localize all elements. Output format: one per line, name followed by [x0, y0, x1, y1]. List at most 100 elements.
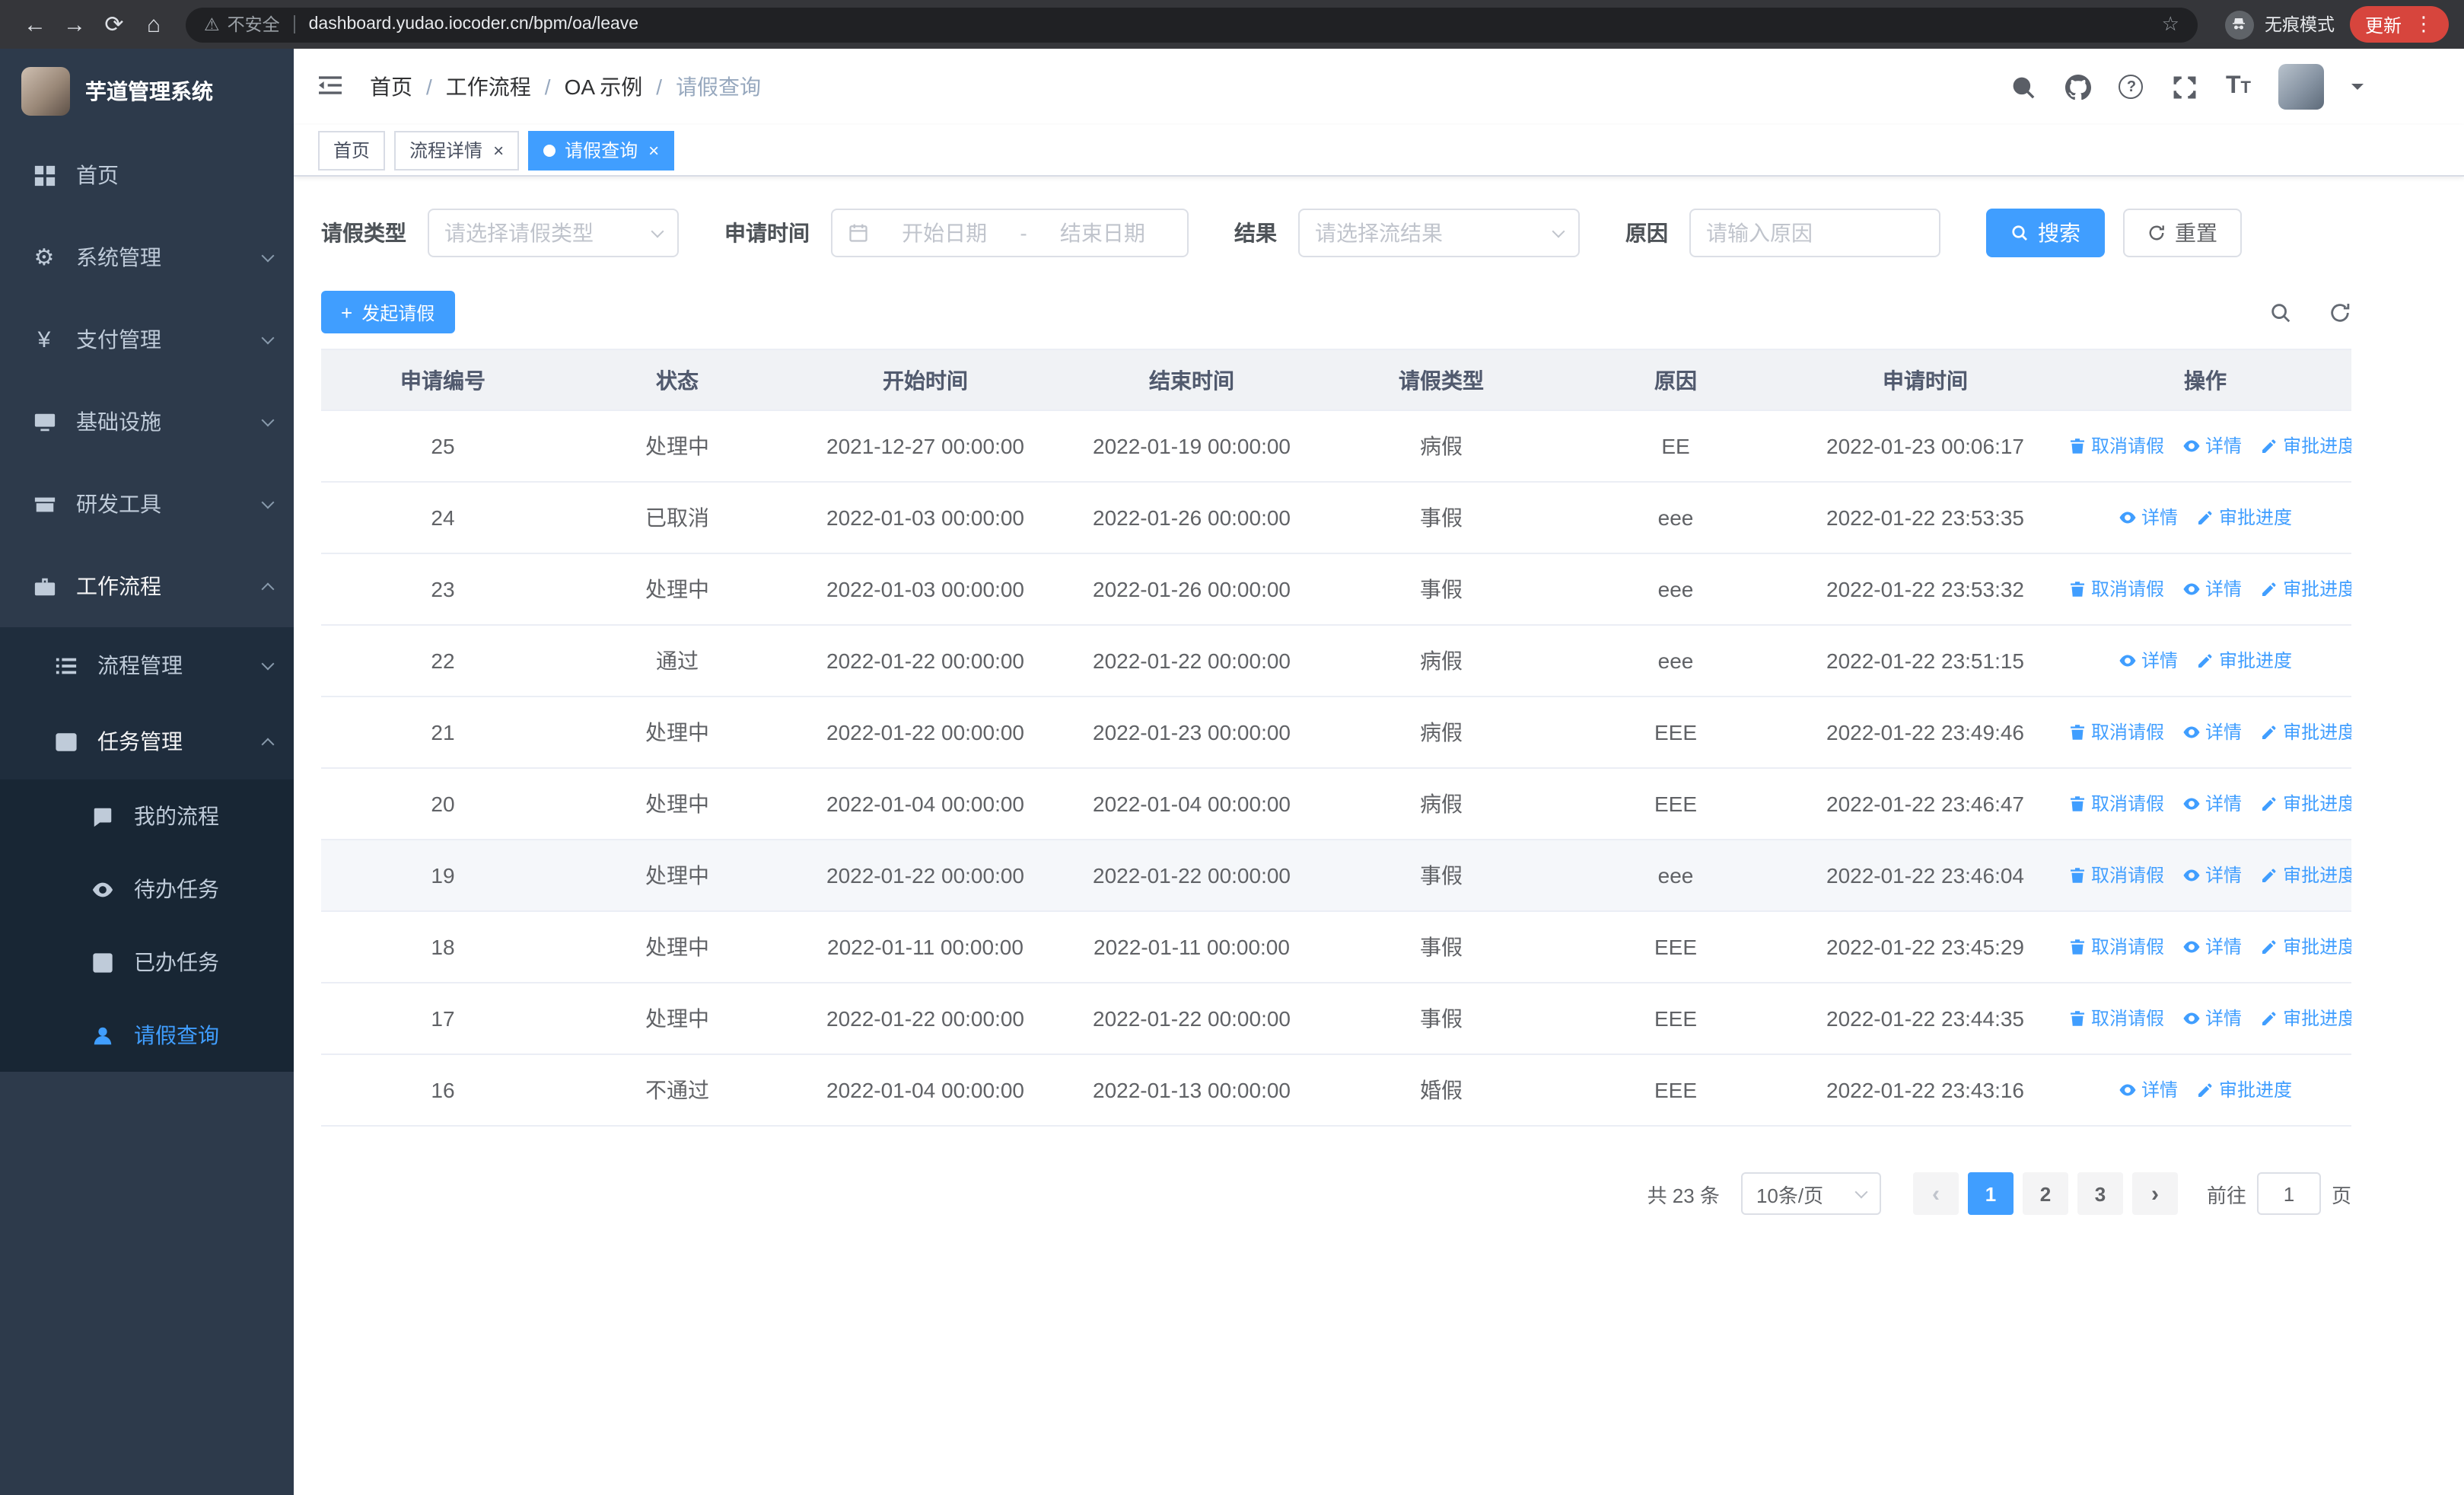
breadcrumb-current: 请假查询 [676, 75, 762, 99]
cell-status: 处理中 [565, 983, 790, 1055]
browser-menu-icon[interactable]: ⋮ [2414, 12, 2434, 37]
sidebar-item-workflow[interactable]: 工作流程 [0, 545, 294, 627]
bookmark-star-icon[interactable]: ☆ [2162, 12, 2179, 37]
detail-link[interactable]: 详情 [2182, 719, 2242, 745]
progress-link[interactable]: 审批进度 [2260, 576, 2351, 602]
detail-link[interactable]: 详情 [2119, 648, 2178, 674]
cancel-leave-link[interactable]: 取消请假 [2068, 791, 2164, 817]
table-row: 16 不通过 2022-01-04 00:00:00 2022-01-13 00… [321, 1054, 2351, 1127]
search-button[interactable]: 搜索 [1986, 209, 2105, 257]
page-size-select[interactable]: 10条/页 [1740, 1172, 1881, 1215]
next-page-button[interactable]: › [2131, 1172, 2178, 1215]
browser-back-button[interactable]: ← [15, 5, 55, 44]
browser-forward-button[interactable]: → [55, 5, 94, 44]
plus-icon: + [341, 301, 353, 324]
table-row: 25 处理中 2021-12-27 00:00:00 2022-01-19 00… [321, 410, 2351, 483]
leave-type-select[interactable]: 请选择请假类型 [428, 209, 679, 257]
cell-start-time: 2022-01-04 00:00:00 [790, 1054, 1061, 1127]
breadcrumb-home[interactable]: 首页 [370, 72, 412, 102]
help-icon[interactable]: ? [2119, 75, 2144, 99]
progress-link[interactable]: 审批进度 [2260, 862, 2351, 888]
close-icon[interactable]: × [493, 141, 504, 159]
search-icon[interactable] [2010, 73, 2037, 100]
sidebar-item-infra[interactable]: 基础设施 [0, 381, 294, 463]
table-toolbar: + 发起请假 [321, 291, 2351, 333]
progress-link[interactable]: 审批进度 [2196, 648, 2292, 674]
actions-cell: 取消请假 详情 审批进度 [2059, 911, 2351, 983]
eye-icon [2119, 508, 2137, 527]
trash-icon [2068, 938, 2087, 956]
cancel-leave-link[interactable]: 取消请假 [2068, 934, 2164, 960]
sidebar-item-process-mgmt[interactable]: 流程管理 [0, 627, 294, 703]
reset-button[interactable]: 重置 [2123, 209, 2242, 257]
sidebar-item-payment[interactable]: ¥ 支付管理 [0, 298, 294, 381]
workflow-submenu: 流程管理 任务管理 我的流程 待办任务 已办任务 请假查询 [0, 627, 294, 1072]
sidebar-item-devtools[interactable]: 研发工具 [0, 463, 294, 545]
start-date-input[interactable]: 开始日期 [875, 218, 1014, 248]
progress-link[interactable]: 审批进度 [2260, 719, 2351, 745]
github-icon[interactable] [2064, 73, 2092, 100]
fullscreen-icon[interactable] [2171, 73, 2198, 100]
cancel-leave-link[interactable]: 取消请假 [2068, 1006, 2164, 1031]
edit-icon [2196, 1081, 2214, 1099]
cancel-leave-link[interactable]: 取消请假 [2068, 576, 2164, 602]
sidebar-item-done-tasks[interactable]: 已办任务 [0, 926, 294, 999]
goto-page-input[interactable] [2256, 1172, 2321, 1215]
chat-bubble-icon [88, 805, 116, 827]
edit-icon [2260, 437, 2278, 455]
create-leave-button[interactable]: + 发起请假 [321, 291, 455, 333]
breadcrumb-oa-example[interactable]: OA 示例 [565, 72, 643, 102]
breadcrumb-workflow[interactable]: 工作流程 [446, 72, 531, 102]
security-warning[interactable]: ⚠ 不安全 [204, 12, 280, 37]
end-date-input[interactable]: 结束日期 [1033, 218, 1172, 248]
refresh-table-icon[interactable] [2329, 301, 2351, 324]
font-size-icon[interactable]: TT [2226, 73, 2251, 100]
sidebar-item-leave-query[interactable]: 请假查询 [0, 999, 294, 1072]
toggle-search-icon[interactable] [2269, 301, 2292, 324]
sidebar-item-home[interactable]: 首页 [0, 134, 294, 216]
page-button-1[interactable]: 1 [1967, 1172, 2014, 1215]
browser-update-button[interactable]: 更新 ⋮ [2349, 6, 2449, 43]
result-select[interactable]: 请选择流结果 [1298, 209, 1580, 257]
reason-input[interactable]: 请输入原因 [1689, 209, 1940, 257]
detail-link[interactable]: 详情 [2182, 934, 2242, 960]
edit-icon [2260, 1009, 2278, 1028]
detail-link[interactable]: 详情 [2182, 433, 2242, 459]
user-avatar[interactable] [2278, 64, 2324, 110]
sidebar-item-task-mgmt[interactable]: 任务管理 [0, 703, 294, 779]
cancel-leave-link[interactable]: 取消请假 [2068, 433, 2164, 459]
tab-leave-query[interactable]: 请假查询 × [528, 130, 675, 170]
close-icon[interactable]: × [648, 141, 659, 159]
progress-link[interactable]: 审批进度 [2260, 1006, 2351, 1031]
detail-link[interactable]: 详情 [2119, 1077, 2178, 1103]
browser-home-button[interactable]: ⌂ [134, 5, 173, 44]
task-card-icon [52, 730, 79, 753]
page-button-2[interactable]: 2 [2022, 1172, 2068, 1215]
detail-link[interactable]: 详情 [2182, 1006, 2242, 1031]
cancel-leave-link[interactable]: 取消请假 [2068, 719, 2164, 745]
actions-cell: 详情 审批进度 [2059, 482, 2351, 554]
progress-link[interactable]: 审批进度 [2196, 505, 2292, 531]
prev-page-button[interactable]: ‹ [1912, 1172, 1959, 1215]
cell-start-time: 2022-01-11 00:00:00 [790, 911, 1061, 983]
sidebar-item-todo-tasks[interactable]: 待办任务 [0, 853, 294, 926]
detail-link[interactable]: 详情 [2182, 791, 2242, 817]
progress-link[interactable]: 审批进度 [2260, 433, 2351, 459]
progress-link[interactable]: 审批进度 [2196, 1077, 2292, 1103]
sidebar-item-system[interactable]: ⚙ 系统管理 [0, 216, 294, 298]
tab-process-detail[interactable]: 流程详情 × [394, 130, 520, 170]
progress-link[interactable]: 审批进度 [2260, 934, 2351, 960]
tab-home[interactable]: 首页 [318, 130, 386, 170]
sidebar-item-my-process[interactable]: 我的流程 [0, 779, 294, 853]
address-bar[interactable]: ⚠ 不安全 dashboard.yudao.iocoder.cn/bpm/oa/… [186, 7, 2198, 42]
detail-link[interactable]: 详情 [2182, 862, 2242, 888]
detail-link[interactable]: 详情 [2119, 505, 2178, 531]
cancel-leave-link[interactable]: 取消请假 [2068, 862, 2164, 888]
browser-reload-button[interactable]: ⟳ [94, 5, 134, 44]
apply-time-range-picker[interactable]: 开始日期 - 结束日期 [831, 209, 1189, 257]
page-button-3[interactable]: 3 [2077, 1172, 2123, 1215]
progress-link[interactable]: 审批进度 [2260, 791, 2351, 817]
avatar-caret-icon[interactable] [2351, 84, 2364, 96]
detail-link[interactable]: 详情 [2182, 576, 2242, 602]
sidebar-collapse-icon[interactable] [315, 70, 349, 104]
